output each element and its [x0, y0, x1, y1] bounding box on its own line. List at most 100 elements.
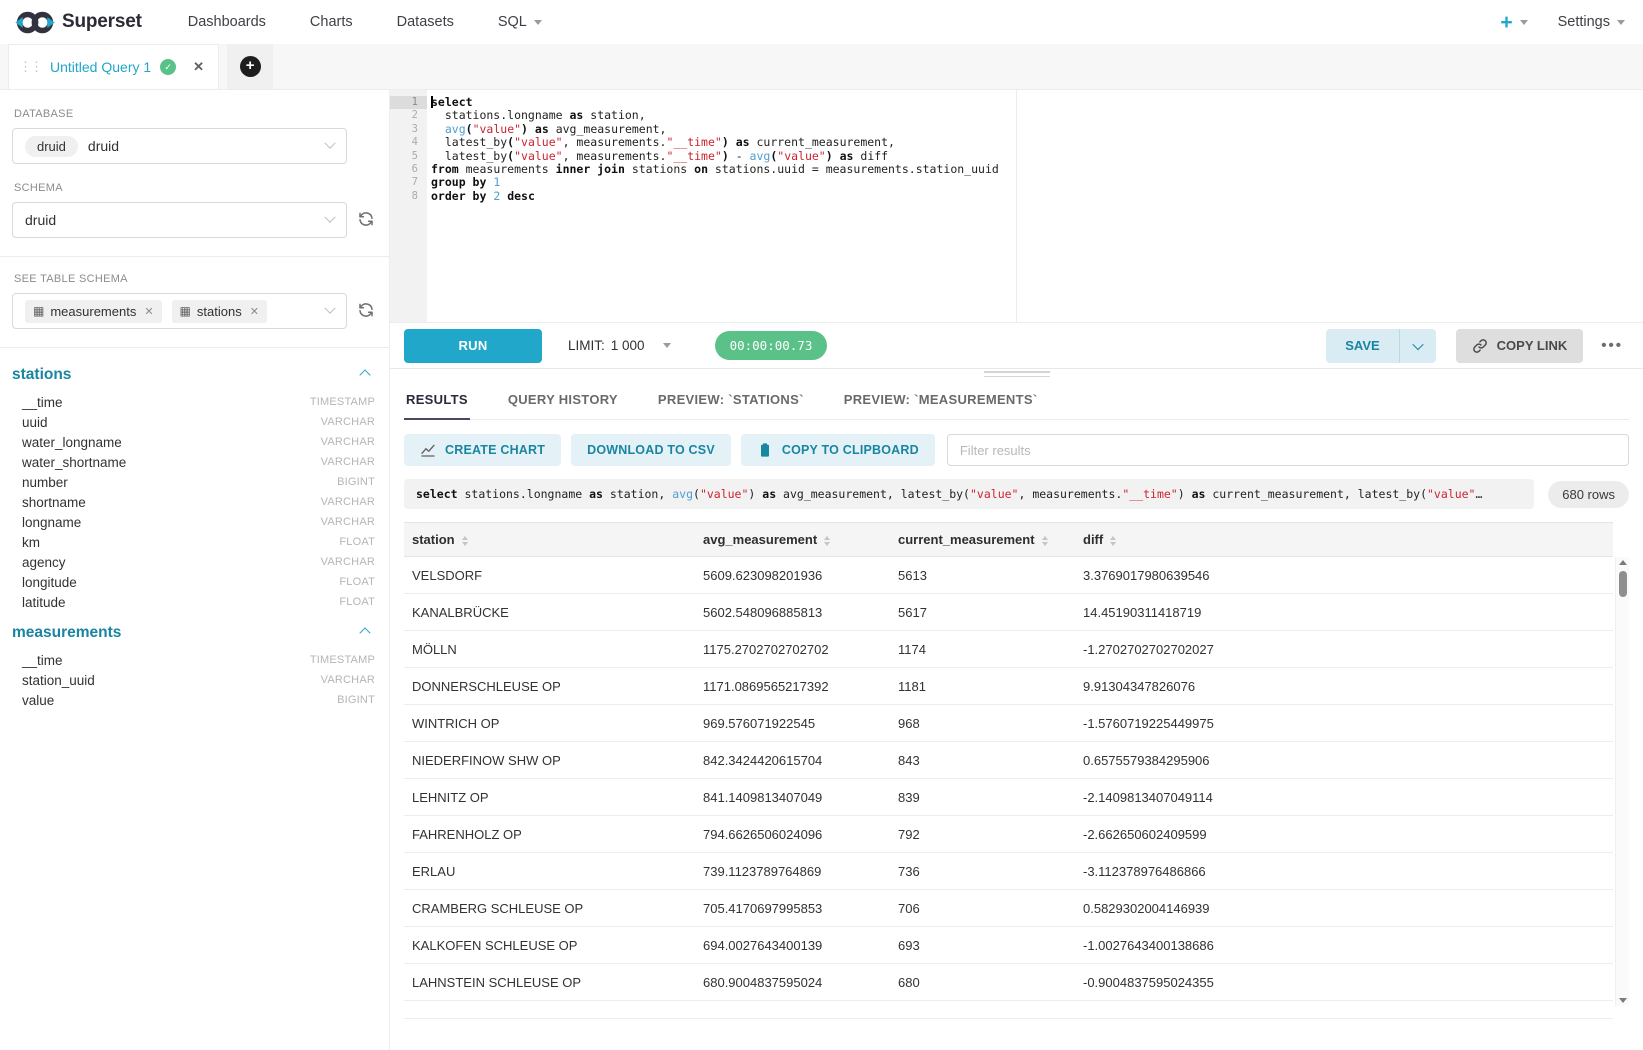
- column-header-avg_measurement[interactable]: avg_measurement: [695, 523, 890, 557]
- schema-column-row: shortnameVARCHAR: [12, 492, 377, 512]
- results-table-wrap: station avg_measurement current_measuremen…: [404, 522, 1629, 1050]
- table-cell: 5617: [890, 594, 1075, 631]
- remove-chip-icon[interactable]: ✕: [250, 305, 259, 318]
- column-name: value: [22, 693, 54, 708]
- sort-icon[interactable]: [462, 536, 468, 546]
- chevron-down-icon: [324, 138, 335, 149]
- table-cell: VELSDORF: [404, 557, 695, 594]
- column-name: station_uuid: [22, 673, 95, 688]
- scrollbar-thumb[interactable]: [1619, 571, 1627, 597]
- caret-down-icon: [534, 20, 542, 25]
- nav-item-datasets[interactable]: Datasets: [397, 14, 454, 30]
- table-section-header-stations[interactable]: stations: [12, 364, 377, 392]
- remove-chip-icon[interactable]: ✕: [144, 305, 153, 318]
- save-options-button[interactable]: [1400, 329, 1436, 363]
- editor-code[interactable]: select stations.longname as station, avg…: [427, 90, 1643, 322]
- table-row[interactable]: WINTRICH OP969.576071922545968-1.5760719…: [404, 705, 1613, 742]
- new-tab-button[interactable]: +: [227, 44, 273, 89]
- new-item-button[interactable]: +: [1500, 12, 1527, 33]
- row-count-badge: 680 rows: [1548, 481, 1629, 508]
- partial-row: [404, 1001, 1613, 1019]
- table-cell: 5602.548096885813: [695, 594, 890, 631]
- table-row[interactable]: LEHNITZ OP841.1409813407049839-2.1409813…: [404, 779, 1613, 816]
- add-tab-icon: +: [240, 56, 261, 77]
- sql-editor[interactable]: 12345678 select stations.longname as sta…: [390, 90, 1643, 322]
- table-cell: 739.1123789764869: [695, 853, 890, 890]
- table-chip-measurements[interactable]: ▦measurements✕: [25, 300, 162, 323]
- table-section-header-measurements[interactable]: measurements: [12, 622, 377, 650]
- code-line: from measurements inner join stations on…: [431, 163, 1643, 176]
- column-header-diff[interactable]: diff: [1075, 523, 1613, 557]
- nav-item-dashboards[interactable]: Dashboards: [188, 14, 266, 30]
- close-tab-icon[interactable]: ✕: [193, 59, 204, 75]
- drag-handle-icon[interactable]: ⋮⋮: [19, 59, 41, 75]
- create-chart-button[interactable]: CREATE CHART: [404, 434, 561, 466]
- nav-item-charts[interactable]: Charts: [310, 14, 353, 30]
- schema-column-row: agencyVARCHAR: [12, 552, 377, 572]
- schema-select[interactable]: druid: [12, 202, 347, 238]
- code-line: group by 1: [431, 176, 1643, 189]
- column-header-station[interactable]: station: [404, 523, 695, 557]
- table-cell: 792: [890, 816, 1075, 853]
- table-row[interactable]: DONNERSCHLEUSE OP1171.086956521739211819…: [404, 668, 1613, 705]
- sort-icon[interactable]: [1042, 536, 1048, 546]
- table-chip-stations[interactable]: ▦stations✕: [172, 300, 267, 323]
- scroll-up-icon[interactable]: [1619, 560, 1627, 565]
- results-scrollbar[interactable]: [1615, 557, 1629, 1006]
- column-header-label: avg_measurement: [703, 532, 817, 547]
- superset-brand[interactable]: Superset: [14, 9, 142, 36]
- column-name: shortname: [22, 495, 86, 510]
- table-row[interactable]: NIEDERFINOW SHW OP842.34244206157048430.…: [404, 742, 1613, 779]
- database-label: DATABASE: [14, 108, 377, 120]
- code-line: stations.longname as station,: [431, 109, 1643, 122]
- results-tab-query-history[interactable]: QUERY HISTORY: [506, 379, 620, 420]
- schema-column-row: __timeTIMESTAMP: [12, 392, 377, 412]
- sort-icon[interactable]: [824, 536, 830, 546]
- table-row[interactable]: VELSDORF5609.62309820193656133.376901798…: [404, 557, 1613, 594]
- more-options-button[interactable]: •••: [1597, 337, 1627, 354]
- refresh-tables-icon[interactable]: [357, 301, 377, 321]
- refresh-schema-icon[interactable]: [357, 210, 377, 230]
- nav-right: + Settings: [1500, 12, 1625, 33]
- results-tab-preview-stations[interactable]: PREVIEW: `STATIONS`: [656, 379, 806, 420]
- table-row[interactable]: MÖLLN1175.27027027027021174-1.2702702702…: [404, 631, 1613, 668]
- table-row[interactable]: LAHNSTEIN SCHLEUSE OP680.900483759502468…: [404, 964, 1613, 1001]
- column-type: VARCHAR: [321, 436, 375, 448]
- table-row[interactable]: CRAMBERG SCHLEUSE OP705.4170697995853706…: [404, 890, 1613, 927]
- column-type: TIMESTAMP: [310, 396, 375, 408]
- table-cell: -3.112378976486866: [1075, 853, 1613, 890]
- table-cell: KANALBRÜCKE: [404, 594, 695, 631]
- settings-menu[interactable]: Settings: [1558, 14, 1625, 30]
- pane-resize-handle[interactable]: [390, 368, 1643, 379]
- limit-dropdown[interactable]: LIMIT: 1 000: [568, 338, 671, 353]
- database-select[interactable]: druid druid: [12, 128, 347, 164]
- table-cell: CRAMBERG SCHLEUSE OP: [404, 890, 695, 927]
- column-header-current_measurement[interactable]: current_measurement: [890, 523, 1075, 557]
- code-line: latest_by("value", measurements."__time"…: [431, 136, 1643, 149]
- copy-link-button[interactable]: COPY LINK: [1456, 329, 1584, 363]
- run-button[interactable]: RUN: [404, 329, 542, 363]
- column-header-label: station: [412, 532, 455, 547]
- nav-item-sql[interactable]: SQL: [498, 14, 542, 30]
- results-tab-results[interactable]: RESULTS: [404, 379, 470, 420]
- chevron-up-icon: [359, 369, 370, 380]
- sort-icon[interactable]: [1110, 536, 1116, 546]
- table-row[interactable]: FAHRENHOLZ OP794.6626506024096792-2.6626…: [404, 816, 1613, 853]
- filter-results-input[interactable]: [947, 434, 1629, 466]
- table-schema-select[interactable]: ▦measurements✕ ▦stations✕: [12, 293, 347, 329]
- schema-column-row: uuidVARCHAR: [12, 412, 377, 432]
- results-tab-preview-measurements[interactable]: PREVIEW: `MEASUREMENTS`: [842, 379, 1040, 420]
- column-type: BIGINT: [337, 694, 375, 706]
- table-row[interactable]: ERLAU739.1123789764869736-3.112378976486…: [404, 853, 1613, 890]
- tab-untitled-query[interactable]: ⋮⋮ Untitled Query 1 ✓ ✕: [8, 44, 219, 89]
- line-number: 2: [390, 109, 427, 122]
- results-tabs: RESULTS QUERY HISTORY PREVIEW: `STATIONS` P…: [404, 379, 1629, 420]
- line-number: 8: [390, 190, 427, 203]
- table-row[interactable]: KANALBRÜCKE5602.548096885813561714.45190…: [404, 594, 1613, 631]
- save-button[interactable]: SAVE: [1326, 329, 1398, 363]
- copy-to-clipboard-button[interactable]: COPY TO CLIPBOARD: [741, 434, 935, 466]
- download-csv-button[interactable]: DOWNLOAD TO CSV: [571, 434, 731, 466]
- scroll-down-icon[interactable]: [1619, 998, 1627, 1003]
- table-row[interactable]: KALKOFEN SCHLEUSE OP694.0027643400139693…: [404, 927, 1613, 964]
- column-name: uuid: [22, 415, 48, 430]
